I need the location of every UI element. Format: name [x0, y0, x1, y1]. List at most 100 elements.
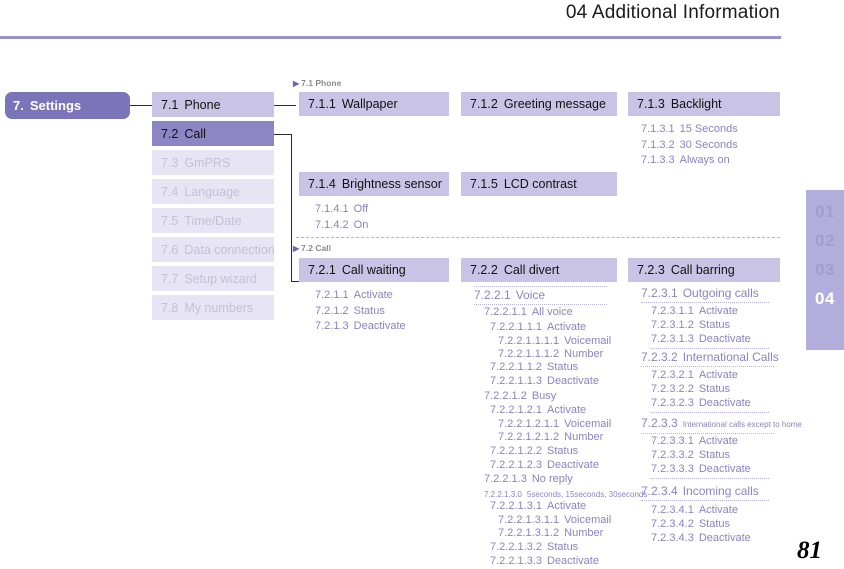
leaf-brightness-on[interactable]: 7.1.4.2 On [315, 218, 368, 234]
node-call-waiting[interactable]: 7.2.1 Call waiting [299, 258, 449, 282]
root-node-label: Settings [29, 98, 82, 113]
leaf-barring-incoming-deactivate[interactable]: 7.2.3.4.3 Deactivate [651, 531, 751, 547]
chapter-tab-01[interactable]: 01 [815, 197, 835, 226]
page-title: 04 Additional Information [565, 2, 780, 23]
node-call-divert[interactable]: 7.2.2 Call divert [461, 258, 617, 282]
leaf-barring-international-calls[interactable]: 7.2.3.2 International Calls [641, 350, 779, 367]
leaf-num: 7.2.3.4 [641, 484, 678, 498]
node-wallpaper[interactable]: 7.1.1 Wallpaper [299, 92, 449, 116]
node-backlight[interactable]: 7.1.3 Backlight [628, 92, 780, 116]
leaf-num: 7.2.2.1.3.3 [490, 555, 542, 567]
node-greeting-message-number: 7.1.2 [470, 97, 498, 111]
chapter-tab-03[interactable]: 03 [815, 255, 835, 284]
leaf-num: 7.2.2.1.2.1.2 [498, 431, 560, 443]
leaf-divert-all-voice[interactable]: 7.2.2.1.1 All voice [484, 305, 573, 321]
leaf-num: 7.2.2.1.3.2 [490, 541, 542, 553]
section-label-call: ▶ 7.2 Call [293, 243, 331, 253]
leaf-num: 7.2.2.1.1.1.2 [498, 348, 560, 360]
leaf-label: Activate [547, 404, 587, 416]
node-greeting-message[interactable]: 7.1.2 Greeting message [461, 92, 617, 116]
leaf-divert-voice[interactable]: 7.2.2.1 Voice [474, 286, 607, 305]
leaf-num: 7.2.3.4.1 [651, 504, 694, 516]
sidebar-item-call[interactable]: 7.2 Call [152, 121, 274, 146]
node-backlight-number: 7.1.3 [637, 97, 665, 111]
leaf-label: Activate [547, 321, 587, 333]
section-label-call-text: Call [315, 243, 331, 253]
leaf-label: Activate [698, 369, 738, 381]
sidebar-item-my-numbers[interactable]: 7.8 My numbers [152, 295, 274, 320]
leaf-barring-outgoing-calls[interactable]: 7.2.3.1 Outgoing calls [641, 286, 769, 303]
sidebar-item-language-label: Language [184, 184, 241, 199]
node-wallpaper-number: 7.1.1 [308, 97, 336, 111]
node-brightness-sensor-label: Brightness sensor [341, 177, 442, 191]
leaf-num: 7.2.2.1.1.1 [490, 321, 542, 333]
node-call-barring-number: 7.2.3 [637, 263, 665, 277]
leaf-barring-international-except-home[interactable]: 7.2.3.3 International calls except to hom… [641, 416, 802, 434]
node-lcd-contrast-label: LCD contrast [503, 177, 577, 191]
leaf-label: International Calls [682, 350, 779, 364]
leaf-label: 30 Seconds [679, 138, 738, 151]
leaf-num: 7.2.2.1.1.1.1 [498, 335, 560, 347]
leaf-backlight-15-seconds[interactable]: 7.1.3.1 15 Seconds [641, 122, 738, 138]
leaf-label: Deactivate [547, 555, 599, 567]
leaf-num: 7.1.4.2 [315, 218, 349, 231]
leaf-barring-incoming-calls[interactable]: 7.2.3.4 Incoming calls [641, 484, 769, 501]
leaf-num: 7.2.3.2.3 [651, 397, 694, 409]
manual-page: 04 Additional Information 01 02 03 04 81… [0, 0, 844, 569]
leaf-divert-all-voice-deactivate[interactable]: 7.2.2.1.1.3 Deactivate [490, 374, 599, 390]
sidebar-item-setup-wizard[interactable]: 7.7 Setup wizard [152, 266, 274, 291]
leaf-num: 7.2.3.1 [641, 286, 678, 300]
leaf-num: 7.2.2.1.2.2 [490, 445, 542, 457]
connector-root-to-phone [130, 105, 152, 106]
leaf-num: 7.2.2.1.3.1 [490, 500, 542, 512]
chapter-tab-strip: 01 02 03 04 [806, 190, 844, 350]
sidebar-item-language[interactable]: 7.4 Language [152, 179, 274, 204]
leaf-label: Voicemail [564, 418, 612, 430]
leaf-num: 7.2.2.1.1 [484, 306, 527, 318]
chapter-tab-04[interactable]: 04 [815, 284, 835, 313]
leaf-backlight-30-seconds[interactable]: 7.1.3.2 30 Seconds [641, 138, 738, 154]
leaf-brightness-off[interactable]: 7.1.4.1 Off [315, 202, 368, 218]
leaf-barring-international-deactivate[interactable]: 7.2.3.2.3 Deactivate [651, 396, 769, 413]
leaf-divert-no-reply-deactivate[interactable]: 7.2.2.1.3.3 Deactivate [490, 554, 599, 569]
section-label-phone-text: Phone [315, 78, 342, 88]
leaf-num: 7.2.2.1.2 [484, 390, 527, 402]
sidebar-item-phone[interactable]: 7.1 Phone [152, 92, 274, 117]
node-lcd-contrast[interactable]: 7.1.5 LCD contrast [461, 172, 617, 196]
leaf-call-waiting-status[interactable]: 7.2.1.2 Status [315, 304, 406, 320]
leaf-label: Always on [679, 154, 730, 166]
sidebar-item-data-connection-label: Data connection [184, 242, 275, 257]
leaf-call-waiting-activate[interactable]: 7.2.1.1 Activate [315, 288, 406, 304]
sidebar-item-time-date[interactable]: 7.5 Time/Date [152, 208, 274, 233]
leaf-num: 7.2.3.2.1 [651, 369, 694, 381]
leaf-barring-except-home-deactivate[interactable]: 7.2.3.3.3 Deactivate [651, 462, 769, 479]
node-call-divert-label: Call divert [503, 263, 560, 277]
leaf-num: 7.2.3.3.2 [651, 449, 694, 461]
leaf-num: 7.2.3.1.3 [651, 333, 694, 345]
node-call-barring[interactable]: 7.2.3 Call barring [628, 258, 780, 282]
node-brightness-sensor[interactable]: 7.1.4 Brightness sensor [299, 172, 449, 196]
leaf-num: 7.2.3.3 [641, 416, 678, 430]
leaf-label: Deactivate [698, 333, 751, 345]
leaf-label: Activate [698, 305, 738, 317]
leaf-call-waiting-deactivate[interactable]: 7.2.1.3 Deactivate [315, 319, 406, 335]
root-node-settings[interactable]: 7. Settings [5, 92, 130, 119]
section-divider [296, 237, 780, 238]
section-arrow-icon: ▶ [293, 244, 300, 253]
sidebar-item-gmprs[interactable]: 7.3 GmPRS [152, 150, 274, 175]
leaf-label: Status [698, 449, 731, 461]
page-number: 81 [797, 537, 822, 564]
sidebar-item-gmprs-label: GmPRS [184, 155, 231, 170]
node-call-waiting-label: Call waiting [341, 263, 406, 277]
leaf-divert-no-reply[interactable]: 7.2.2.1.3 No reply [484, 472, 573, 488]
sidebar-item-gmprs-number: 7.3 [161, 155, 179, 170]
sidebar-item-data-connection[interactable]: 7.6 Data connection [152, 237, 275, 262]
leaf-barring-outgoing-deactivate[interactable]: 7.2.3.1.3 Deactivate [651, 332, 769, 349]
leaf-num: 7.2.3.1.2 [651, 319, 694, 331]
leaf-label: 15 Seconds [679, 123, 738, 135]
leaf-label: International calls except to home [682, 420, 802, 429]
leaf-num: 7.2.1.1 [315, 289, 349, 301]
leaf-backlight-always-on[interactable]: 7.1.3.3 Always on [641, 153, 738, 169]
chapter-tab-02[interactable]: 02 [815, 226, 835, 255]
leaf-list-brightness: 7.1.4.1 Off 7.1.4.2 On [315, 202, 368, 233]
